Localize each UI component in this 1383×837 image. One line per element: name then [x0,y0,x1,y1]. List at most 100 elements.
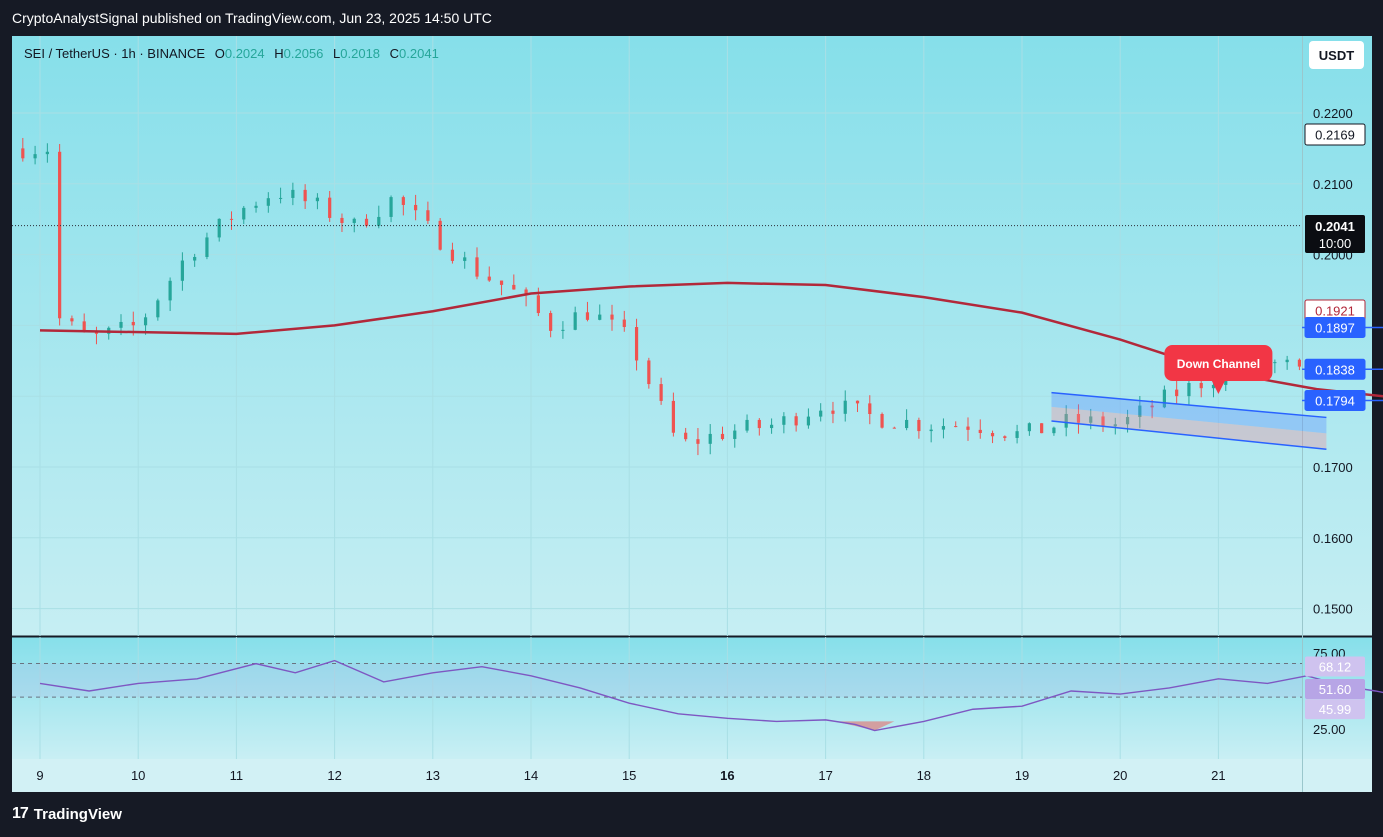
candle-body [1273,362,1277,364]
candle-body [487,276,491,281]
top-price-label: 0.2169 [1315,128,1355,143]
candle-body [573,312,577,330]
price-tick-label: 0.2100 [1313,177,1353,192]
candle-body [1297,359,1302,367]
candle-body [1027,423,1031,432]
candle-body [708,433,712,444]
candle-body [450,249,455,261]
candle-body [696,439,700,444]
candle-body [757,419,761,429]
tradingview-logo[interactable]: 17 TradingView [12,805,122,823]
time-tick-label: 16 [720,768,734,783]
candle-body [561,329,565,331]
candle-body [58,151,62,319]
candle-body [389,197,393,217]
candle-body [33,154,37,159]
candle-body [205,237,209,257]
candle-body [917,419,921,432]
candle-body [990,433,995,437]
close-value: 0.2041 [399,46,439,61]
candle-body [266,198,270,206]
candle-body [512,284,516,290]
candle-body [610,314,614,320]
countdown-label: 10:00 [1319,236,1352,251]
candle-body [377,216,381,226]
brand-name: TradingView [33,805,122,823]
candle-body [671,400,675,433]
candle-body [622,319,626,328]
down-channel-label: Down Channel [1177,357,1260,371]
candle-body [745,419,749,431]
ohlc-legend: SEI / TetherUS · 1h · BINANCE O0.2024 H0… [24,46,439,61]
price-tick-label: 0.2200 [1313,106,1353,121]
rsi-upper-label: 68.12 [1319,659,1352,674]
time-tick-label: 20 [1113,768,1127,783]
currency-button[interactable]: USDT [1309,41,1364,69]
level-price-label: 0.1897 [1315,321,1355,336]
candle-body [340,217,344,224]
candle-body [131,321,135,326]
candle-body [794,416,798,426]
candle-body [1285,359,1289,363]
candle-body [45,151,49,155]
candle-body [1175,389,1179,397]
candle-body [364,218,369,226]
symbol-label[interactable]: SEI / TetherUS · 1h · BINANCE [24,46,205,61]
candle-body [21,148,25,159]
candle-body [892,427,896,429]
candle-body [966,426,970,430]
time-tick-label: 13 [426,768,440,783]
candle-body [242,207,246,220]
level-price-label: 0.1838 [1315,362,1355,377]
candle-body [119,321,123,328]
candle-body [978,429,982,434]
candle-body [1040,423,1044,434]
high-key: H [274,46,284,61]
high-value: 0.2056 [283,46,324,61]
footer-bar [0,793,1383,837]
rsi-pane-background [12,637,1372,759]
candle-body [905,419,909,429]
candle-body [880,414,884,428]
price-tick-label: 0.1500 [1313,602,1353,617]
rsi-band-fill [12,663,1302,698]
candle-body [733,430,737,439]
rsi-current-label: 51.60 [1319,682,1352,697]
candle-body [193,256,197,261]
candle-body [720,433,725,439]
candle-body [352,218,356,224]
candle-body [291,189,295,198]
time-tick-label: 14 [524,768,538,783]
price-chart[interactable]: Down Channel0.22000.21000.20000.17000.16… [0,0,1383,837]
candle-body [868,403,872,415]
candle-body [278,197,283,199]
candle-body [769,424,774,429]
candle-body [143,317,148,326]
candle-body [549,313,553,331]
candle-body [659,384,663,401]
time-tick-label: 18 [917,768,931,783]
time-tick-label: 17 [818,768,832,783]
candle-body [1003,436,1007,438]
candle-body [475,257,479,277]
price-tick-label: 0.1600 [1313,531,1353,546]
ma-price-label: 0.1921 [1315,304,1355,319]
price-tick-label: 0.1700 [1313,460,1353,475]
candle-body [156,300,160,318]
time-tick-label: 15 [622,768,636,783]
time-tick-label: 19 [1015,768,1029,783]
candle-body [254,205,258,208]
price-pane-background [12,36,1372,636]
level-price-label: 0.1794 [1315,393,1355,408]
candle-body [819,410,823,417]
candle-body [1199,382,1203,389]
candle-body [180,260,184,281]
candle-body [536,295,540,314]
candle-body [585,312,590,320]
low-value: 0.2018 [340,46,381,61]
candle-body [217,218,221,238]
candle-body [426,210,430,221]
candle-body [647,360,651,385]
last-price-label: 0.2041 [1315,219,1355,234]
candle-body [499,280,504,285]
